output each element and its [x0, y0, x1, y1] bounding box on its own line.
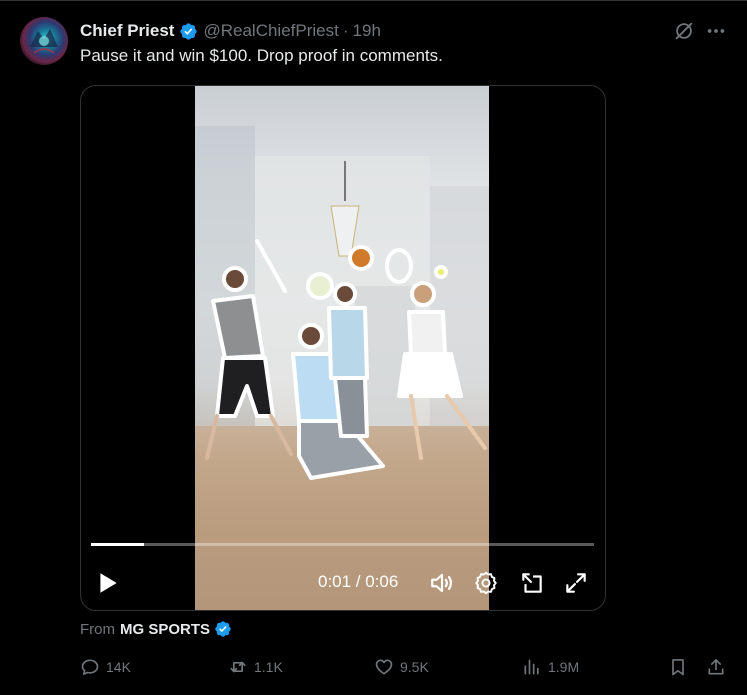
verified-badge-icon[interactable]	[179, 22, 198, 41]
repost-icon	[230, 661, 246, 673]
source-prefix: From	[80, 620, 115, 638]
share-button[interactable]	[706, 657, 732, 677]
like-button[interactable]: 9.5K	[374, 657, 429, 677]
more-icon[interactable]	[705, 20, 727, 42]
reply-count: 14K	[106, 659, 131, 675]
gear-icon[interactable]	[473, 570, 499, 596]
video-scene	[195, 126, 489, 610]
volume-icon[interactable]	[429, 570, 455, 596]
share-icon	[708, 659, 724, 675]
video-progress-bar[interactable]	[91, 543, 594, 546]
verified-badge-icon	[215, 621, 231, 637]
video-time-readout: 0:01 / 0:06	[318, 572, 399, 591]
tweet-header: Chief Priest @RealChiefPriest · 19h	[80, 20, 381, 42]
heart-icon	[375, 659, 393, 675]
like-count: 9.5K	[400, 659, 429, 675]
bookmark-icon	[672, 659, 684, 676]
source-name[interactable]: MG SPORTS	[120, 621, 210, 638]
separator-dot: ·	[342, 21, 349, 40]
video-player[interactable]: 0:01 / 0:06	[80, 85, 606, 611]
top-divider	[0, 0, 747, 1]
views-button[interactable]: 1.9M	[522, 657, 579, 677]
author-handle[interactable]: @RealChiefPriest	[203, 21, 338, 41]
avatar-art	[30, 29, 58, 54]
repost-count: 1.1K	[254, 659, 283, 675]
video-progress-fill	[91, 543, 144, 546]
tweet-actions: 14K 1.1K 9.5K 1.9M	[80, 657, 730, 681]
bookmark-button[interactable]	[668, 657, 694, 677]
picture-in-picture-icon[interactable]	[519, 570, 545, 596]
reply-icon	[81, 659, 99, 675]
reply-button[interactable]: 14K	[80, 657, 131, 677]
video-frame[interactable]	[195, 86, 489, 610]
tweet-text: Pause it and win $100. Drop proof in com…	[80, 46, 443, 65]
view-count: 1.9M	[548, 659, 580, 675]
media-source: From MG SPORTS	[80, 620, 232, 638]
author-name[interactable]: Chief Priest	[80, 21, 174, 41]
avatar[interactable]	[20, 17, 68, 65]
tweet-time[interactable]: 19h	[353, 21, 381, 41]
play-icon[interactable]	[95, 570, 121, 596]
grok-icon[interactable]	[673, 20, 695, 42]
fullscreen-icon[interactable]	[563, 570, 589, 596]
views-icon	[524, 659, 539, 675]
repost-button[interactable]: 1.1K	[228, 657, 283, 677]
